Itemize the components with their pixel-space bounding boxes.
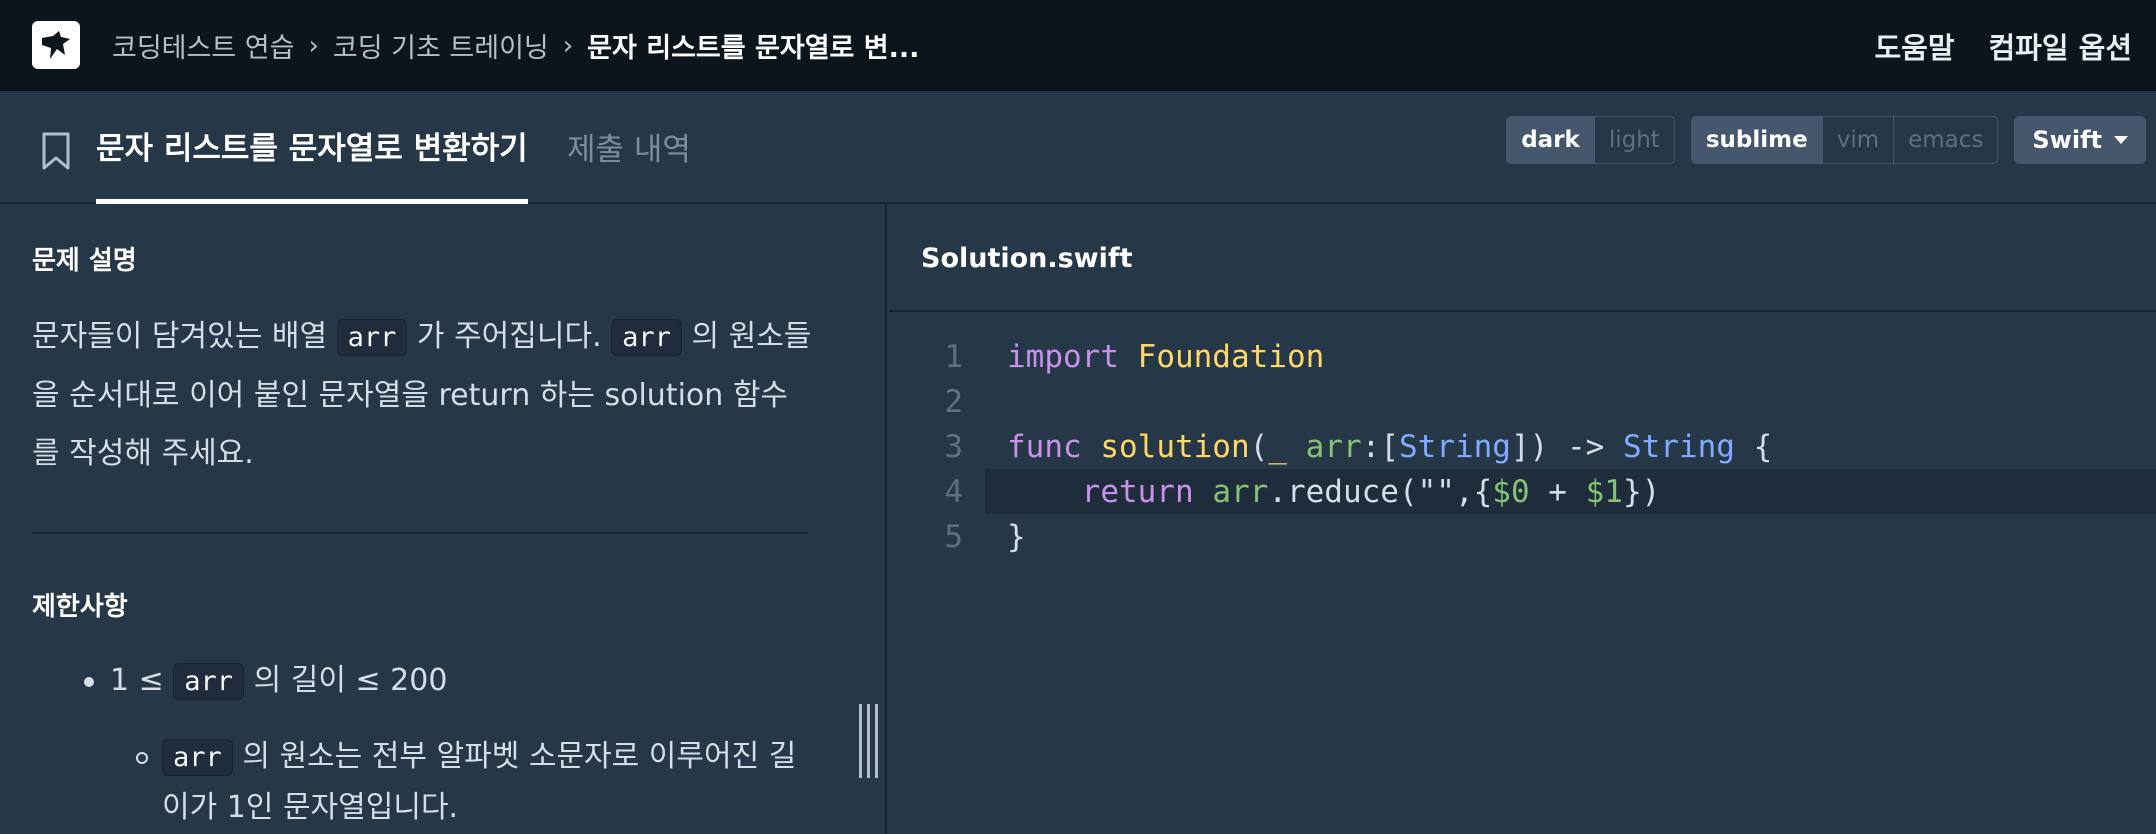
editor-header: Solution.swift [889, 204, 2156, 312]
constraint-subitem: arr 의 원소는 전부 알파벳 소문자로 이루어진 길이가 1인 문자열입니다… [136, 732, 802, 833]
breadcrumb-current: 문자 리스트를 문자열로 변... [587, 33, 920, 64]
punct-token: .reduce("",{ [1268, 473, 1493, 510]
keyword-token: func [1007, 428, 1082, 465]
top-navigation: 코딩테스트 연습 › 코딩 기초 트레이닝 › 문자 리스트를 문자열로 변..… [0, 0, 2156, 91]
keymap-vim-button[interactable]: vim [1821, 117, 1893, 163]
panel-resize-handle[interactable] [859, 704, 881, 778]
bullet-icon [84, 676, 94, 687]
constraint-item: 1 ≤ arr 의 길이 ≤ 200 [84, 656, 447, 707]
problem-panel: 문제 설명 문자들이 담겨있는 배열 arr 가 주어집니다. arr 의 원소… [0, 204, 887, 834]
code-line: 2 [889, 379, 2156, 424]
punct-token: }) [1622, 473, 1661, 510]
breadcrumb-item-basic-training[interactable]: 코딩 기초 트레이닝 [333, 26, 549, 65]
line-number: 4 [944, 473, 963, 510]
punct-token: + [1529, 473, 1586, 510]
code-text: func solution(_ arr:[String]) -> String … [1007, 429, 1772, 465]
description-text-part: 가 주어집니다. [407, 319, 612, 354]
code-text: } [1007, 519, 1026, 555]
tab-problem[interactable]: 문자 리스트를 문자열로 변환하기 [96, 91, 528, 204]
code-editor[interactable]: 1 import Foundation 2 3 func solution(_ … [889, 312, 2156, 834]
constraint-text: 의 원소는 전부 알파벳 소문자로 이루어진 길이가 1인 문자열입니다. [162, 739, 797, 825]
code-text: import Foundation [1007, 339, 1324, 375]
type-token: Foundation [1137, 338, 1325, 375]
chevron-right-icon: › [308, 30, 319, 61]
keymap-sublime-button[interactable]: sublime [1691, 117, 1822, 163]
tab-bar: 문자 리스트를 문자열로 변환하기 제출 내역 dark light subli… [0, 91, 2156, 204]
argument-token: arr [1212, 473, 1269, 510]
constraint-text: 의 길이 ≤ 200 [244, 663, 448, 698]
keymap-emacs-button[interactable]: emacs [1893, 117, 1997, 163]
function-token: solution [1100, 428, 1250, 465]
circle-bullet-icon [136, 752, 148, 764]
tab-submissions[interactable]: 제출 내역 [567, 91, 691, 201]
underscore-token: _ [1268, 428, 1287, 465]
inline-code: arr [162, 739, 233, 776]
divider [32, 532, 808, 534]
breadcrumb: 코딩테스트 연습 › 코딩 기초 트레이닝 › 문자 리스트를 문자열로 변..… [112, 0, 919, 91]
bookmark-icon[interactable] [40, 131, 72, 171]
type-token: String [1398, 428, 1511, 465]
description-text-part: 문자들이 담겨있는 배열 [32, 319, 337, 354]
language-label: Swift [2032, 126, 2102, 154]
chevron-right-icon: › [562, 30, 574, 61]
indent-token [1007, 474, 1082, 510]
active-line-highlight: return arr.reduce("",{$0 + $1}) [985, 469, 2156, 514]
punct-token: { [1734, 428, 1773, 465]
language-dropdown[interactable]: Swift [2014, 116, 2146, 164]
punct-token: } [1007, 518, 1026, 555]
type-token: String [1622, 428, 1735, 465]
file-name: Solution.swift [921, 242, 1133, 274]
inline-code: arr [336, 319, 408, 356]
line-number: 5 [944, 518, 963, 555]
help-link[interactable]: 도움말 [1874, 25, 1954, 67]
constraint-text: 1 ≤ [110, 663, 174, 698]
line-number: 1 [944, 338, 963, 375]
keyword-token: import [1007, 338, 1119, 375]
line-number: 2 [944, 383, 963, 420]
description-title: 문제 설명 [32, 246, 137, 276]
argument-token: arr [1305, 428, 1362, 465]
compile-options-link[interactable]: 컴파일 옵션 [1989, 25, 2133, 67]
punct-token: ]) -> [1510, 428, 1623, 465]
caret-down-icon [2114, 136, 2128, 144]
code-line: 1 import Foundation [889, 334, 2156, 379]
theme-dark-button[interactable]: dark [1507, 117, 1594, 163]
constraints-title: 제한사항 [32, 592, 128, 622]
code-text: return arr.reduce("",{$0 + $1}) [1007, 473, 1661, 510]
theme-light-button[interactable]: light [1593, 117, 1674, 163]
punct-token: :[ [1361, 428, 1399, 465]
code-line: 5 } [889, 514, 2156, 559]
logo-icon[interactable] [32, 21, 80, 69]
inline-code: arr [173, 663, 245, 700]
theme-toggle: dark light [1506, 116, 1675, 164]
inline-code: arr [611, 319, 682, 356]
line-number: 3 [944, 428, 963, 465]
breadcrumb-item-coding-test[interactable]: 코딩테스트 연습 [112, 26, 294, 65]
punct-token: ( [1249, 428, 1269, 465]
keyword-token: return [1081, 473, 1194, 510]
description-text: 문자들이 담겨있는 배열 arr 가 주어집니다. arr 의 원소들을 순서대… [32, 308, 812, 483]
argument-token: $1 [1585, 473, 1623, 510]
argument-token: $0 [1492, 473, 1530, 510]
code-line: 3 func solution(_ arr:[String]) -> Strin… [889, 424, 2156, 469]
keymap-toggle: sublime vim emacs [1690, 116, 1999, 164]
